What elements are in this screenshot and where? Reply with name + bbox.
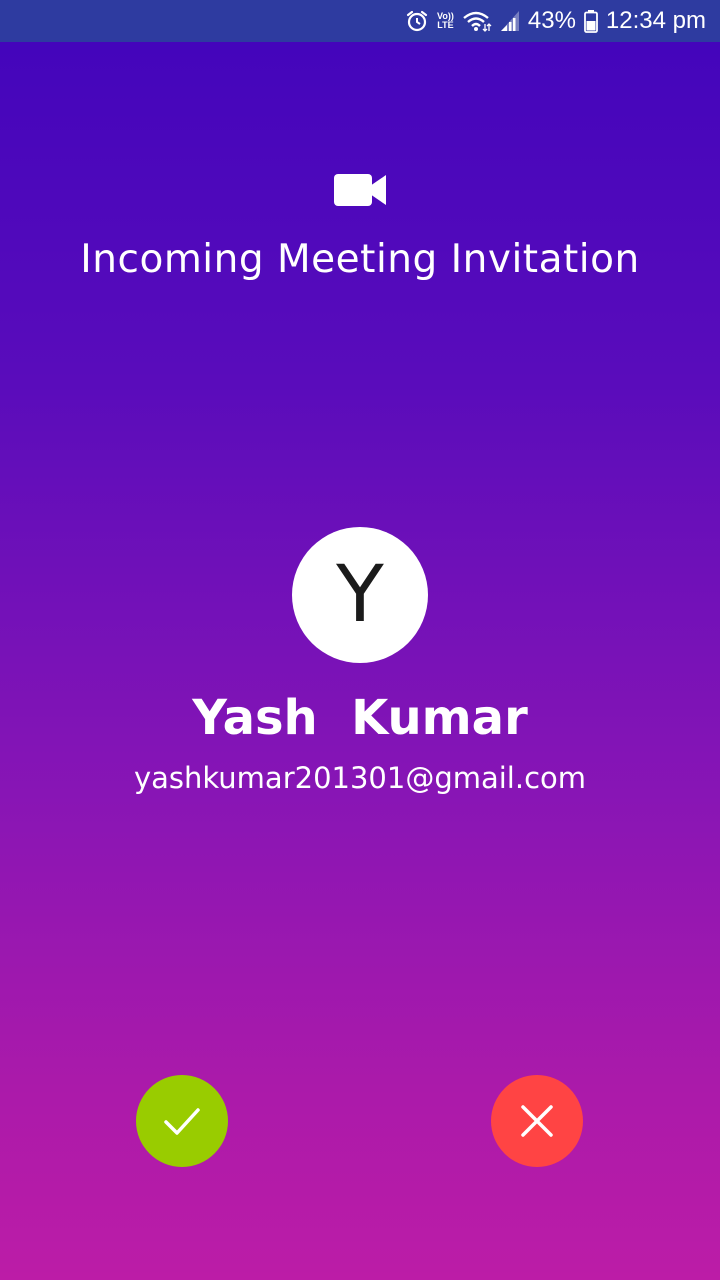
wifi-icon [462, 9, 492, 33]
caller-email: yashkumar201301@gmail.com [133, 761, 587, 795]
alarm-icon [405, 9, 429, 33]
status-bar: Vo)) LTE 43% 12:34 pm [0, 0, 720, 42]
clock-time: 12:34 pm [605, 7, 706, 34]
signal-icon [500, 10, 520, 32]
check-icon [164, 1108, 200, 1135]
avatar-letter: Y [336, 550, 384, 640]
battery-icon [584, 9, 598, 33]
video-camera-icon [334, 172, 388, 208]
battery-percent: 43% [527, 7, 576, 34]
volte-icon: Vo)) LTE [437, 12, 454, 30]
decline-button[interactable] [491, 1075, 583, 1167]
caller-name: Yash Kumar [192, 690, 528, 746]
screen-title: Incoming Meeting Invitation [80, 237, 640, 282]
volte-bottom-label: LTE [437, 20, 454, 30]
incoming-meeting-screen: Vo)) LTE 43% 12:34 pm Incoming Meeting I… [0, 0, 720, 1280]
avatar: Y [292, 527, 428, 663]
accept-button[interactable] [136, 1075, 228, 1167]
close-icon [521, 1105, 553, 1137]
